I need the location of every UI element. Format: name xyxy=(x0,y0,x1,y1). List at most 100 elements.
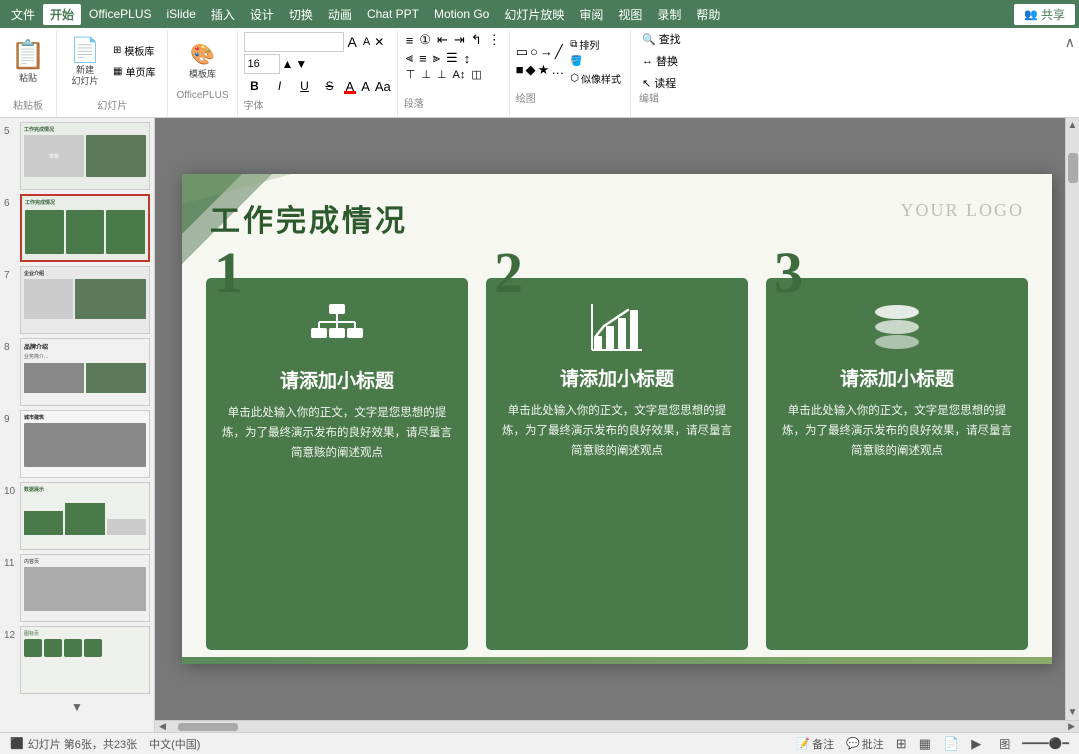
shape-star[interactable]: ★ xyxy=(538,62,550,78)
card-2-body[interactable]: 请添加小标题 单击此处输入你的正文，文字是您思想的提炼，为了最终演示发布的良好效… xyxy=(486,278,748,650)
slide-thumb-7[interactable]: 7 企业介绍 xyxy=(4,266,150,334)
align-bot-btn[interactable]: ⊥ xyxy=(435,68,449,81)
strikethrough-button[interactable]: S xyxy=(319,76,341,96)
highlight-btn[interactable]: A xyxy=(359,79,372,94)
shape-line[interactable]: ╱ xyxy=(555,44,563,60)
style-match-btn[interactable]: ⬡似像样式 xyxy=(567,70,624,87)
font-size-input[interactable] xyxy=(244,54,280,74)
line-spacing-btn[interactable]: ↕ xyxy=(462,51,473,66)
notes-button[interactable]: 📝 备注 xyxy=(796,736,834,752)
slide-img-9[interactable]: 城市建筑 xyxy=(20,410,150,478)
align-left-btn[interactable]: ⫷ xyxy=(404,50,415,66)
card-3-text[interactable]: 单击此处输入你的正文，文字是您思想的提炼，为了最终演示发布的良好效果，请尽量言简… xyxy=(780,401,1014,461)
slide-thumb-5[interactable]: 5 工作完成情况 表格 xyxy=(4,122,150,190)
font-color-btn[interactable]: A xyxy=(344,79,357,94)
shape-circle[interactable]: ○ xyxy=(530,44,538,60)
panel-scroll-down[interactable]: ▼ xyxy=(4,698,150,716)
menu-view[interactable]: 视图 xyxy=(611,4,649,25)
scroll-down-arrow[interactable]: ▼ xyxy=(1066,705,1079,720)
indent-dec-btn[interactable]: ⇤ xyxy=(435,32,450,48)
underline-button[interactable]: U xyxy=(294,76,316,96)
card-3-subtitle[interactable]: 请添加小标题 xyxy=(840,364,954,391)
numbering-btn[interactable]: ① xyxy=(417,32,433,48)
menu-transition[interactable]: 切换 xyxy=(282,4,320,25)
slide-thumb-12[interactable]: 12 图标页 xyxy=(4,626,150,694)
font-clear-btn[interactable]: ✕ xyxy=(374,35,384,49)
italic-button[interactable]: I xyxy=(269,76,291,96)
shape-diamond[interactable]: ◆ xyxy=(526,62,536,78)
justify-btn[interactable]: ☰ xyxy=(444,50,460,66)
scroll-thumb[interactable] xyxy=(1068,153,1078,183)
align-right-btn[interactable]: ⫸ xyxy=(431,50,442,66)
align-center-btn[interactable]: ≡ xyxy=(417,51,429,66)
menu-file[interactable]: 文件 xyxy=(4,4,42,25)
h-scrollbar[interactable]: ◀ ▶ xyxy=(155,720,1079,732)
paste-button[interactable]: 📋 粘贴 xyxy=(6,32,50,90)
slide-img-11[interactable]: 内容页 xyxy=(20,554,150,622)
slide-img-10[interactable]: 数据展示 xyxy=(20,482,150,550)
slide-thumb-11[interactable]: 11 内容页 xyxy=(4,554,150,622)
card-1-body[interactable]: 请添加小标题 单击此处输入你的正文，文字是您思想的提炼，为了最终演示发布的良好效… xyxy=(206,278,468,650)
shape-more[interactable]: … xyxy=(551,62,564,78)
menu-review[interactable]: 审阅 xyxy=(572,4,610,25)
convert-btn[interactable]: ◫ xyxy=(469,68,483,81)
section-button[interactable]: ▦ 单页库 xyxy=(109,63,159,80)
menu-slideshow[interactable]: 幻灯片放映 xyxy=(497,4,571,25)
fill-btn[interactable]: 🪣 xyxy=(567,55,624,68)
slide-img-8[interactable]: 品牌介绍 业务简介... xyxy=(20,338,150,406)
slideshow-btn[interactable]: ▶ xyxy=(971,736,981,752)
card-2-text[interactable]: 单击此处输入你的正文，文字是您思想的提炼，为了最终演示发布的良好效果，请尽量言简… xyxy=(500,401,734,461)
shape-arrow[interactable]: → xyxy=(540,44,553,60)
comments-button[interactable]: 💬 批注 xyxy=(846,736,884,752)
menu-record[interactable]: 录制 xyxy=(650,4,688,25)
slide-thumb-8[interactable]: 8 品牌介绍 业务简介... xyxy=(4,338,150,406)
menu-design[interactable]: 设计 xyxy=(243,4,281,25)
slide-thumb-6[interactable]: 6 工作完成情况 xyxy=(4,194,150,262)
slide-img-5[interactable]: 工作完成情况 表格 xyxy=(20,122,150,190)
rtl-btn[interactable]: ↰ xyxy=(469,32,484,48)
menu-officeplus[interactable]: OfficePLUS xyxy=(82,5,158,23)
normal-view-btn[interactable]: ⊞ xyxy=(896,736,907,752)
slide-logo[interactable]: YOUR LOGO xyxy=(901,200,1025,221)
share-button[interactable]: 👥 共享 xyxy=(1014,4,1075,25)
layout-button[interactable]: ⊞ 模板库 xyxy=(109,42,159,59)
card-1-text[interactable]: 单击此处输入你的正文，文字是您思想的提炼，为了最终演示发布的良好效果，请尽量言简… xyxy=(220,403,454,463)
shape-square[interactable]: ■ xyxy=(516,62,524,78)
slide-title[interactable]: 工作完成情况 xyxy=(210,196,408,240)
slide-sorter-btn[interactable]: ▦ xyxy=(919,736,931,752)
replace-button[interactable]: ↔ 替换 xyxy=(639,52,693,70)
slide-canvas[interactable]: 工作完成情况 YOUR LOGO 1 xyxy=(182,174,1052,664)
slide-thumb-9[interactable]: 9 城市建筑 xyxy=(4,410,150,478)
zoom-slider[interactable]: ━━━━⚫━ xyxy=(1022,737,1069,750)
officeplus-templates-btn[interactable]: 🎨 模板库 xyxy=(189,42,216,80)
card-3-body[interactable]: 请添加小标题 单击此处输入你的正文，文字是您思想的提炼，为了最终演示发布的良好效… xyxy=(766,278,1028,650)
slide-img-6[interactable]: 工作完成情况 xyxy=(20,194,150,262)
menu-chatppt[interactable]: Chat PPT xyxy=(360,5,426,23)
arrange-btn[interactable]: ⧉排列 xyxy=(567,36,624,53)
menu-help[interactable]: 帮助 xyxy=(689,4,727,25)
shape-rect[interactable]: ▭ xyxy=(516,44,528,60)
slide-img-7[interactable]: 企业介绍 xyxy=(20,266,150,334)
indent-inc-btn[interactable]: ⇥ xyxy=(452,32,467,48)
bullets-btn[interactable]: ≡ xyxy=(404,33,416,48)
align-top-btn[interactable]: ⊤ xyxy=(404,68,418,81)
slide-thumb-10[interactable]: 10 数据展示 xyxy=(4,482,150,550)
find-button[interactable]: 🔍 查找 xyxy=(639,30,693,48)
menu-home[interactable]: 开始 xyxy=(43,4,81,25)
scroll-up-arrow[interactable]: ▲ xyxy=(1066,118,1079,133)
h-scroll-thumb[interactable] xyxy=(178,723,238,731)
menu-islide[interactable]: iSlide xyxy=(160,5,203,23)
align-mid-btn[interactable]: ⊥ xyxy=(419,68,433,81)
slide-img-12[interactable]: 图标页 xyxy=(20,626,150,694)
bold-button[interactable]: B xyxy=(244,76,266,96)
card-1-subtitle[interactable]: 请添加小标题 xyxy=(280,366,394,393)
menu-motion[interactable]: Motion Go xyxy=(427,5,496,23)
font-name-input[interactable] xyxy=(244,32,344,52)
v-scrollbar[interactable]: ▲ ▼ xyxy=(1065,118,1079,720)
menu-insert[interactable]: 插入 xyxy=(204,4,242,25)
font-size-down-icon[interactable]: A xyxy=(361,36,372,48)
font-size-up-icon[interactable]: A xyxy=(346,34,359,50)
scroll-left-arrow[interactable]: ◀ xyxy=(157,721,168,732)
ribbon-collapse[interactable]: ∧ xyxy=(1061,30,1079,55)
reading-view-btn[interactable]: 📄 xyxy=(943,736,959,752)
